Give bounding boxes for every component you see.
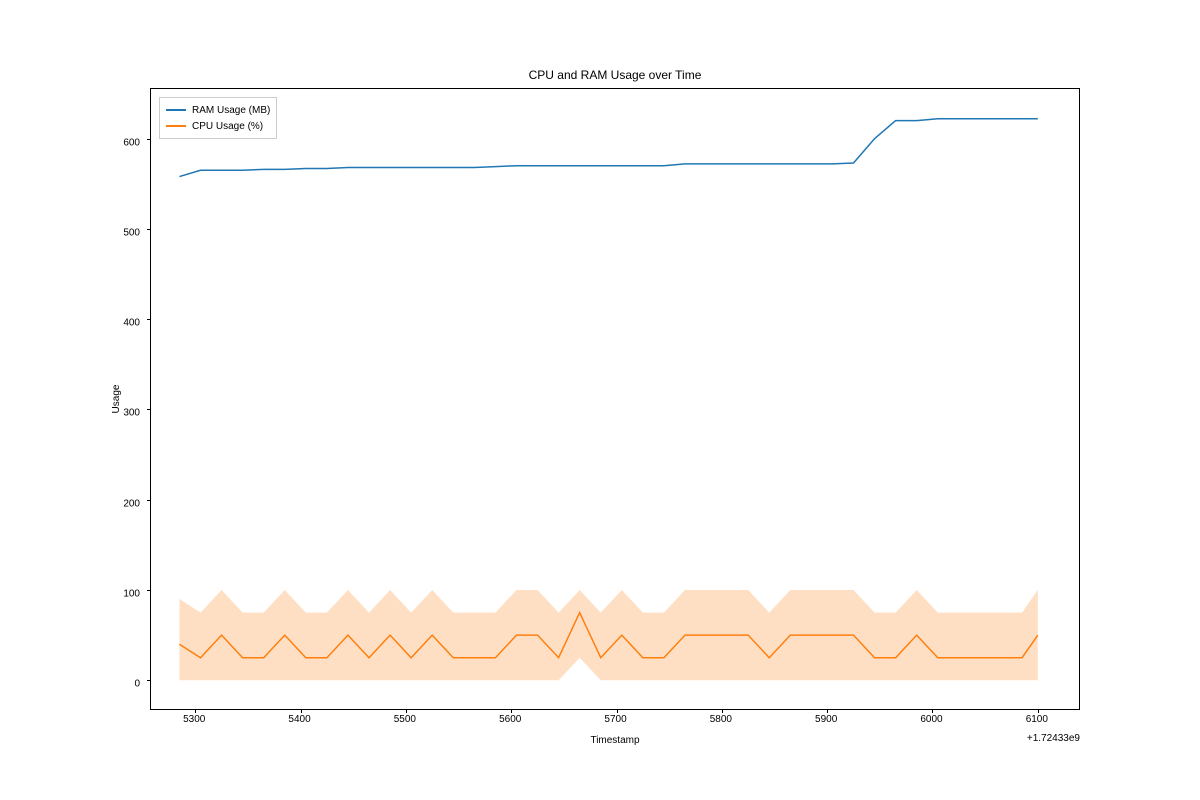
x-tick-label: 5400 [288,714,310,725]
x-tick-label: 5500 [394,714,416,725]
x-axis-label: Timestamp [590,735,639,746]
legend-label-ram: RAM Usage (MB) [192,105,270,116]
legend-swatch-ram [166,109,186,111]
plot-svg [151,89,1079,709]
cpu-fill-band [179,590,1037,680]
legend-swatch-cpu [166,125,186,127]
x-tick-label: 5300 [183,714,205,725]
ram-line [179,119,1037,177]
x-axis-offset: +1.72433e9 [1027,733,1080,744]
x-tick-label: 5800 [710,714,732,725]
x-tick-label: 5600 [499,714,521,725]
y-axis-label: Usage [111,385,122,414]
x-tick-label: 5900 [815,714,837,725]
legend-item-ram: RAM Usage (MB) [166,102,270,118]
legend-label-cpu: CPU Usage (%) [192,121,263,132]
legend: RAM Usage (MB) CPU Usage (%) [159,97,277,139]
plot-area: RAM Usage (MB) CPU Usage (%) [150,88,1080,710]
x-tick-label: 5700 [604,714,626,725]
chart-container: CPU and RAM Usage over Time Timestamp Us… [150,88,1080,710]
x-tick-label: 6100 [1026,714,1048,725]
chart-title: CPU and RAM Usage over Time [529,68,702,82]
legend-item-cpu: CPU Usage (%) [166,118,270,134]
x-tick-label: 6000 [920,714,942,725]
